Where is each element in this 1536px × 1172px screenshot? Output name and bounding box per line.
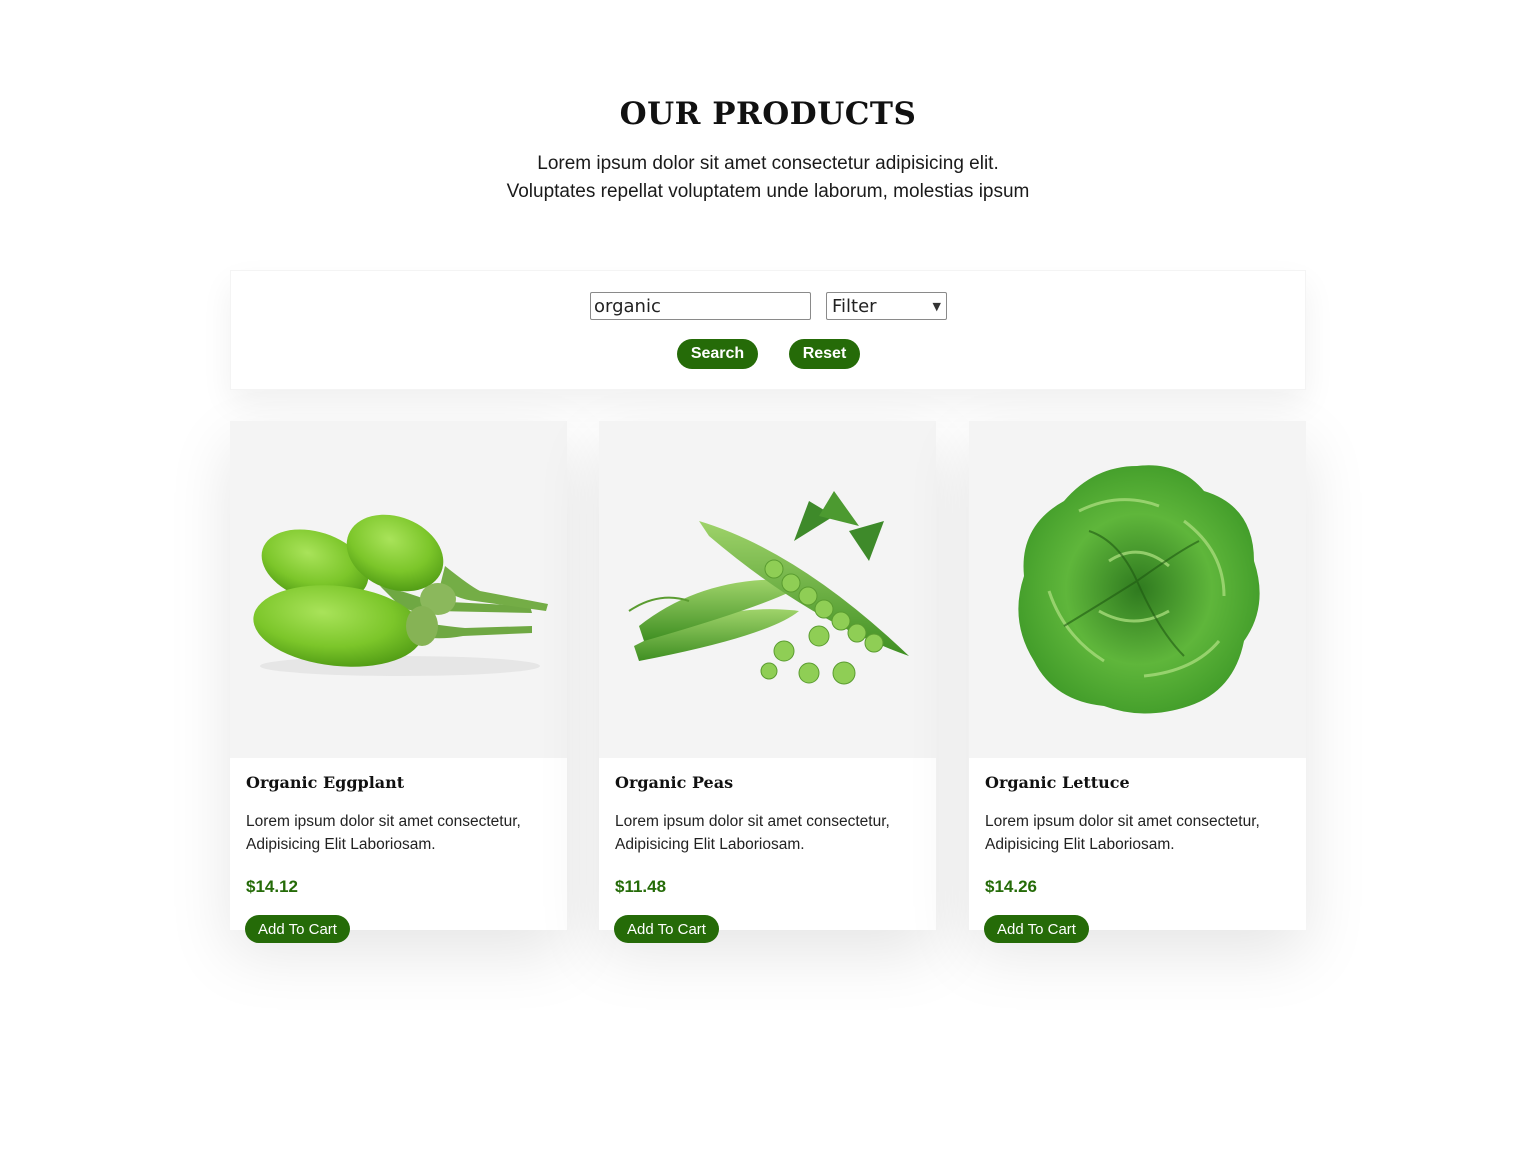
description-line-1: Lorem ipsum dolor sit amet consectetur,: [615, 813, 890, 830]
intro-line-1: Lorem ipsum dolor sit amet consectetur a…: [537, 153, 999, 174]
product-card-eggplant: Organic Eggplant Lorem ipsum dolor sit a…: [230, 421, 567, 943]
products-page: OUR PRODUCTS Lorem ipsum dolor sit amet …: [0, 0, 1536, 1172]
lettuce-image: [969, 421, 1306, 758]
peas-image: [599, 421, 936, 758]
product-card-lettuce: Organic Lettuce Lorem ipsum dolor sit am…: [969, 421, 1306, 943]
description-line-2: Adipisicing Elit Laboriosam.: [246, 836, 436, 853]
product-description: Lorem ipsum dolor sit amet consectetur, …: [615, 810, 925, 856]
search-input[interactable]: [590, 292, 811, 320]
intro-text: Lorem ipsum dolor sit amet consectetur a…: [0, 150, 1536, 206]
add-to-cart-button[interactable]: Add To Cart: [245, 915, 350, 943]
description-line-1: Lorem ipsum dolor sit amet consectetur,: [985, 813, 1260, 830]
search-panel: Filter ▼ Search Reset: [230, 270, 1306, 390]
product-description: Lorem ipsum dolor sit amet consectetur, …: [246, 810, 556, 856]
eggplant-image: [230, 421, 567, 758]
add-to-cart-button[interactable]: Add To Cart: [614, 915, 719, 943]
product-description: Lorem ipsum dolor sit amet consectetur, …: [985, 810, 1295, 856]
page-title: OUR PRODUCTS: [619, 96, 917, 132]
product-title: Organic Lettuce: [985, 773, 1130, 792]
description-line-2: Adipisicing Elit Laboriosam.: [985, 836, 1175, 853]
product-price: $11.48: [615, 877, 667, 896]
product-card-peas: Organic Peas Lorem ipsum dolor sit amet …: [599, 421, 936, 943]
chevron-down-icon: ▼: [932, 299, 941, 313]
filter-select[interactable]: Filter ▼: [826, 292, 947, 320]
intro-line-2: Voluptates repellat voluptatem unde labo…: [506, 181, 1030, 202]
product-price: $14.12: [246, 877, 298, 896]
filter-select-value: Filter: [832, 295, 877, 317]
reset-button[interactable]: Reset: [789, 339, 860, 369]
product-title: Organic Peas: [615, 773, 734, 792]
product-title: Organic Eggplant: [246, 773, 405, 792]
search-button[interactable]: Search: [677, 339, 758, 369]
product-price: $14.26: [985, 877, 1037, 896]
description-line-1: Lorem ipsum dolor sit amet consectetur,: [246, 813, 521, 830]
description-line-2: Adipisicing Elit Laboriosam.: [615, 836, 805, 853]
add-to-cart-button[interactable]: Add To Cart: [984, 915, 1089, 943]
